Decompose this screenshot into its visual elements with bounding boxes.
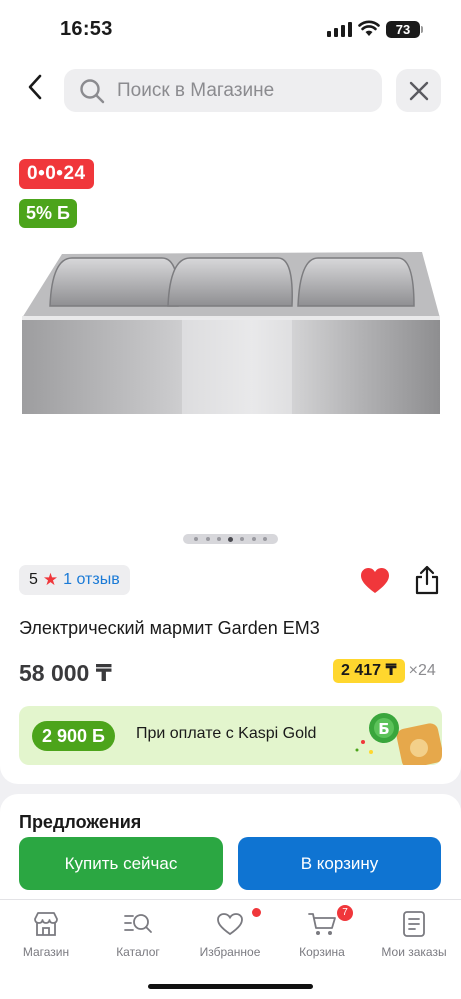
share-icon[interactable] bbox=[414, 565, 440, 595]
gallery-dot bbox=[251, 537, 256, 541]
add-to-cart-button[interactable]: В корзину bbox=[238, 837, 441, 890]
product-price: 58 000 ₸ bbox=[19, 660, 112, 686]
buy-now-button[interactable]: Купить сейчас bbox=[19, 837, 223, 890]
kaspi-gold-banner[interactable]: 2 900 Б При оплате с Kaspi Gold Б bbox=[19, 706, 442, 765]
store-icon bbox=[34, 912, 58, 936]
gallery-dot bbox=[216, 537, 221, 541]
gallery-dot bbox=[240, 537, 245, 541]
offers-title: Предложения bbox=[19, 812, 142, 832]
installment-months: ×24 bbox=[408, 662, 436, 679]
tab-label: Мои заказы bbox=[381, 945, 447, 959]
search-placeholder: Поиск в Магазине bbox=[117, 79, 275, 101]
rating-reviews-button[interactable]: 5 ★ 1 отзыв bbox=[19, 565, 130, 595]
installment-info[interactable]: 2 417 ₸ ×24 bbox=[333, 659, 436, 683]
close-icon bbox=[409, 81, 428, 100]
timer-badge: 0•0•24 bbox=[19, 159, 94, 189]
tab-label: Магазин bbox=[22, 945, 70, 959]
wifi-icon bbox=[358, 20, 380, 36]
search-input[interactable]: Поиск в Магазине bbox=[64, 69, 382, 112]
catalog-icon bbox=[124, 914, 152, 933]
reviews-link[interactable]: 1 отзыв bbox=[63, 571, 120, 589]
tab-label: Корзина bbox=[299, 945, 345, 959]
back-button[interactable] bbox=[18, 70, 52, 104]
kaspi-gold-text: При оплате с Kaspi Gold bbox=[136, 725, 317, 742]
tab-store[interactable]: Магазин bbox=[0, 910, 92, 959]
gallery-dot bbox=[205, 537, 210, 541]
top-bar: Поиск в Магазине bbox=[0, 58, 461, 126]
tab-catalog[interactable]: Каталог bbox=[92, 910, 184, 959]
cart-count-badge: 7 bbox=[337, 905, 353, 921]
bonus-badge: 5% Б bbox=[19, 199, 77, 228]
product-card: 0•0•24 5% Б 5 ★ 1 отзыв Электрический ма… bbox=[0, 126, 461, 784]
chevron-left-icon bbox=[28, 74, 42, 100]
gallery-dot bbox=[194, 537, 199, 541]
close-button[interactable] bbox=[396, 69, 441, 112]
tab-label: Избранное bbox=[199, 945, 261, 959]
status-bar: 16:53 73 bbox=[0, 0, 461, 58]
cellular-signal-icon bbox=[327, 22, 352, 37]
search-icon bbox=[80, 78, 105, 103]
tab-label: Каталог bbox=[116, 945, 160, 959]
product-image[interactable] bbox=[22, 246, 440, 416]
tab-cart[interactable]: 7 Корзина bbox=[276, 905, 368, 959]
orders-icon bbox=[403, 911, 425, 937]
heart-outline-icon bbox=[217, 913, 243, 936]
favorite-heart-icon[interactable] bbox=[360, 567, 390, 594]
cart-icon bbox=[308, 913, 336, 935]
product-screen: 16:53 73 Поиск в Магазине 0•0•24 5% Б 5 … bbox=[0, 0, 461, 999]
battery-icon: 73 bbox=[386, 21, 420, 38]
battery-tip bbox=[421, 26, 423, 33]
rating-value: 5 bbox=[29, 571, 38, 588]
home-indicator[interactable] bbox=[148, 984, 313, 989]
installment-amount: 2 417 ₸ bbox=[333, 659, 405, 683]
status-time: 16:53 bbox=[60, 18, 113, 40]
favorites-dot bbox=[252, 908, 261, 917]
gallery-dot-active bbox=[228, 536, 233, 542]
kaspi-gold-bonus: 2 900 Б bbox=[32, 721, 115, 751]
bonus-coins-icon: Б bbox=[355, 713, 442, 765]
svg-text:Б: Б bbox=[378, 720, 389, 738]
tab-favorites[interactable]: Избранное bbox=[184, 908, 276, 959]
gallery-dot bbox=[262, 537, 267, 541]
tab-orders[interactable]: Мои заказы bbox=[368, 910, 460, 959]
gallery-pagination[interactable] bbox=[183, 534, 278, 544]
star-icon: ★ bbox=[42, 570, 59, 589]
product-title: Электрический мармит Garden EM3 bbox=[19, 618, 320, 638]
